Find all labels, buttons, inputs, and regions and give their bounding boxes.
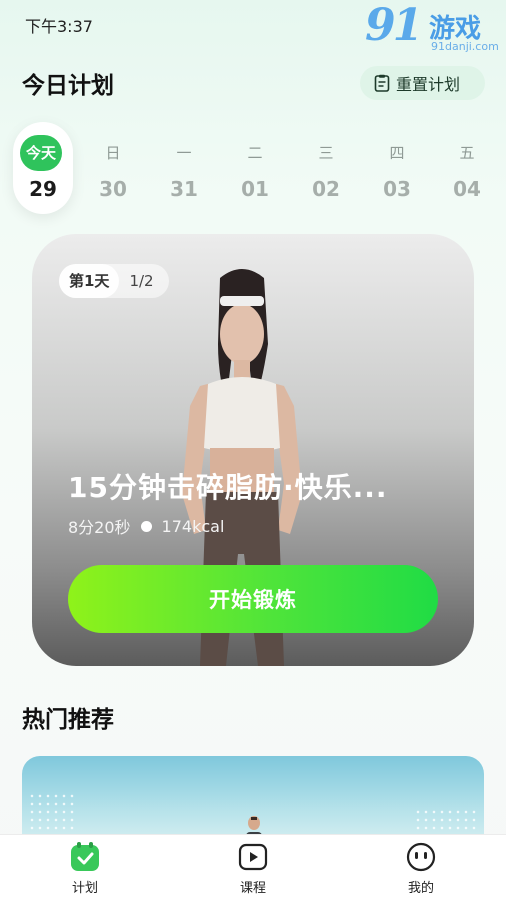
workout-calories: 174kcal [161, 516, 225, 536]
date-strip: 今天 29 日 30 一 31 二 01 三 02 四 03 五 04 [0, 122, 506, 214]
weekday-label: 一 [176, 144, 192, 162]
watermark-number: 91 [365, 0, 423, 51]
date-number: 31 [170, 177, 198, 201]
play-icon [238, 843, 268, 871]
reset-plan-label: 重置计划 [396, 75, 461, 94]
workout-meta: 8分20秒 174kcal [68, 514, 224, 538]
status-bar-time: 下午3:37 [25, 17, 93, 36]
date-number: 03 [383, 177, 411, 201]
weekday-label: 二 [247, 144, 263, 162]
page-title: 今日计划 [22, 73, 114, 99]
date-item[interactable]: 二 01 [225, 122, 285, 214]
clipboard-icon [374, 74, 390, 92]
section-title-recommend: 热门推荐 [22, 707, 114, 733]
date-item[interactable]: 三 02 [296, 122, 356, 214]
date-item[interactable]: 四 03 [367, 122, 427, 214]
watermark-url: 91danji.com [431, 40, 499, 53]
workout-duration: 8分20秒 [68, 518, 131, 537]
tab-courses[interactable]: 课程 [213, 841, 293, 896]
separator-dot-icon [140, 520, 152, 532]
date-number: 01 [241, 177, 269, 201]
tab-profile[interactable]: 我的 [381, 841, 461, 896]
tab-courses-label: 课程 [239, 881, 266, 896]
date-number: 29 [29, 177, 57, 201]
weekday-label: 五 [459, 144, 475, 162]
today-pill: 今天 [20, 135, 62, 171]
face-icon [406, 842, 436, 872]
day-progress-badge: 第1天 1/2 [59, 264, 169, 298]
progress-label: 1/2 [129, 272, 154, 290]
weekday-label: 三 [318, 144, 334, 162]
date-item-today[interactable]: 今天 29 [13, 122, 73, 214]
date-item[interactable]: 五 04 [437, 122, 497, 214]
date-item[interactable]: 一 31 [154, 122, 214, 214]
tab-profile-label: 我的 [407, 881, 434, 896]
tab-plan[interactable]: 计划 [45, 841, 125, 896]
date-number: 04 [453, 177, 481, 201]
reset-plan-button[interactable]: 重置计划 [360, 66, 485, 100]
date-number: 02 [312, 177, 340, 201]
watermark-logo: 91 游戏 91danji.com [365, 0, 500, 54]
bottom-nav: 计划 课程 我的 [0, 834, 506, 900]
weekday-label: 四 [389, 144, 405, 162]
plan-check-icon [71, 842, 99, 871]
weekday-label: 日 [105, 144, 121, 162]
recommend-card[interactable] [22, 756, 484, 846]
start-workout-button[interactable]: 开始锻炼 [68, 565, 438, 633]
tab-plan-label: 计划 [71, 881, 98, 896]
workout-title: 15分钟击碎脂肪·快乐... [68, 471, 388, 504]
date-item[interactable]: 日 30 [83, 122, 143, 214]
workout-card[interactable]: 第1天 1/2 15分钟击碎脂肪·快乐... 8分20秒 174kcal 开始锻… [32, 234, 474, 666]
day-label: 第1天 [59, 264, 120, 298]
date-number: 30 [99, 177, 127, 201]
dot-pattern-decoration [28, 792, 76, 832]
